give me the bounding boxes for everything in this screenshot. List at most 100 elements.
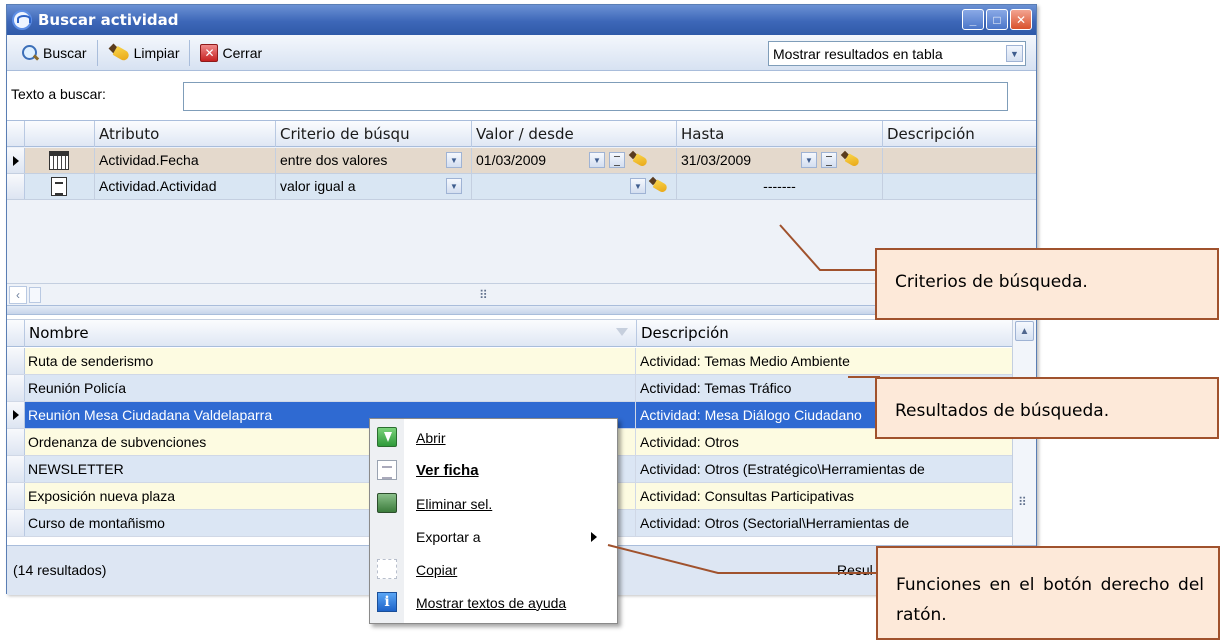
chevron-down-icon[interactable]: ▼ (446, 178, 462, 194)
status-right-text: Resul (837, 562, 873, 578)
menu-item-label: Exportar a (416, 528, 481, 545)
menu-item-label: Abrir (416, 429, 446, 446)
close-window-button[interactable]: ✕ (1010, 9, 1032, 30)
scroll-thumb[interactable] (29, 287, 41, 303)
result-description: Actividad: Consultas Participativas (640, 488, 854, 504)
chevron-down-icon[interactable]: ▼ (801, 152, 817, 168)
row-icon-cell (25, 148, 95, 173)
broom-icon[interactable] (841, 151, 861, 169)
callout-results-text: Resultados de búsqueda. (895, 401, 1110, 421)
title-bar[interactable]: Buscar actividad _ □ ✕ (7, 5, 1036, 35)
minimize-button[interactable]: _ (962, 9, 984, 30)
row-selector[interactable] (7, 456, 25, 482)
callout-results: Resultados de búsqueda. (875, 377, 1219, 439)
window-title: Buscar actividad (38, 11, 179, 29)
result-row[interactable]: Ruta de senderismo Actividad: Temas Medi… (7, 348, 1012, 375)
menu-item-abrir[interactable]: Abrir (370, 421, 617, 454)
criteria-from[interactable]: 01/03/2009 ▼ (472, 148, 677, 173)
row-selector[interactable] (7, 429, 25, 455)
chevron-down-icon[interactable]: ▼ (1006, 45, 1023, 62)
grip-icon: ⠿ (1018, 495, 1027, 509)
callout-criteria-text: Criterios de búsqueda. (895, 272, 1088, 292)
row-selector[interactable] (7, 174, 25, 199)
broom-icon[interactable] (649, 177, 669, 195)
header-criterio[interactable]: Criterio de búsqu (276, 121, 472, 147)
to-value: 31/03/2009 (681, 152, 752, 168)
header-descripcion[interactable]: Descripción (637, 320, 1013, 347)
context-menu: Abrir Ver ficha Eliminar sel. Exportar a… (369, 418, 618, 624)
result-name: Ruta de senderismo (25, 348, 636, 374)
result-description: Actividad: Otros (Estratégico\Herramient… (640, 461, 925, 477)
scroll-left-icon[interactable]: ‹ (9, 286, 27, 304)
criteria-attribute: Actividad.Fecha (95, 148, 276, 173)
criteria-row[interactable]: Actividad.Fecha entre dos valores ▼ 01/0… (7, 148, 1036, 174)
toolbar-separator (96, 39, 98, 66)
menu-item-eliminar[interactable]: Eliminar sel. (370, 487, 617, 520)
row-selector[interactable] (7, 510, 25, 536)
criteria-criterion[interactable]: valor igual a ▼ (276, 174, 472, 199)
callout-functions-text: Funciones en el botón derecho del ratón. (896, 575, 1204, 625)
broom-icon[interactable] (629, 151, 649, 169)
submenu-arrow-icon (591, 532, 597, 542)
row-selector[interactable] (7, 483, 25, 509)
header-selector-cell (7, 320, 25, 347)
criteria-row[interactable]: Actividad.Actividad valor igual a ▼ ▼ --… (7, 174, 1036, 200)
open-arrow-icon (377, 427, 397, 447)
header-icon-cell (25, 121, 95, 147)
criteria-to[interactable]: ------- (677, 174, 883, 199)
menu-item-ayuda[interactable]: i Mostrar textos de ayuda (370, 586, 617, 619)
app-logo-icon (12, 10, 32, 30)
maximize-button[interactable]: □ (986, 9, 1008, 30)
results-count: (14 resultados) (13, 562, 107, 578)
criteria-header: Atributo Criterio de búsqu Valor / desde… (7, 121, 1036, 147)
chevron-down-icon[interactable]: ▼ (446, 152, 462, 168)
chevron-down-icon[interactable]: ▼ (630, 178, 646, 194)
sort-descending-icon (616, 328, 628, 336)
header-nombre[interactable]: Nombre (25, 320, 637, 347)
results-mode-value: Mostrar resultados en tabla (773, 45, 943, 62)
header-nombre-label: Nombre (29, 324, 89, 342)
menu-item-copiar[interactable]: Copiar (370, 553, 617, 586)
callout-functions: Funciones en el botón derecho del ratón. (876, 546, 1220, 640)
header-selector-cell (7, 121, 25, 147)
row-selector[interactable] (7, 402, 25, 428)
criteria-description[interactable] (883, 148, 1036, 173)
menu-item-ver-ficha[interactable]: Ver ficha (370, 454, 617, 487)
row-selector[interactable] (7, 348, 25, 374)
menu-item-label: Ver ficha (416, 462, 479, 479)
results-mode-select[interactable]: Mostrar resultados en tabla ▼ (768, 41, 1026, 66)
window-controls: _ □ ✕ (962, 9, 1032, 30)
criteria-attribute: Actividad.Actividad (95, 174, 276, 199)
header-descripcion[interactable]: Descripción (883, 121, 1036, 147)
results-header: Nombre Descripción (7, 319, 1012, 347)
magnifier-icon (21, 44, 39, 62)
cerrar-button[interactable]: ✕ Cerrar (194, 40, 268, 66)
header-atributo[interactable]: Atributo (95, 121, 276, 147)
row-selector[interactable] (7, 375, 25, 401)
chevron-down-icon[interactable]: ▼ (589, 152, 605, 168)
row-icon-cell (25, 174, 95, 199)
header-hasta[interactable]: Hasta (677, 121, 883, 147)
criteria-criterion[interactable]: entre dos valores ▼ (276, 148, 472, 173)
result-name: Reunión Policía (25, 375, 636, 401)
result-row[interactable]: Reunión Policía Actividad: Temas Tráfico (7, 375, 1012, 402)
criteria-description[interactable] (883, 174, 1036, 199)
limpiar-label: Limpiar (133, 44, 180, 61)
criteria-from[interactable]: ▼ (472, 174, 677, 199)
buscar-button[interactable]: Buscar (15, 40, 93, 66)
document-icon[interactable] (821, 152, 837, 168)
criteria-to[interactable]: 31/03/2009 ▼ (677, 148, 883, 173)
row-selector[interactable] (7, 148, 25, 173)
limpiar-button[interactable]: Limpiar (102, 39, 186, 67)
toolbar: Buscar Limpiar ✕ Cerrar Mostrar resultad… (7, 35, 1036, 71)
document-icon[interactable] (609, 152, 625, 168)
search-input[interactable] (183, 82, 1008, 111)
menu-item-label: Mostrar textos de ayuda (416, 594, 567, 611)
grip-icon: ⠿ (479, 288, 488, 302)
search-label: Texto a buscar: (11, 86, 106, 102)
scroll-up-icon[interactable]: ▲ (1015, 321, 1034, 341)
menu-item-exportar[interactable]: Exportar a (370, 520, 617, 553)
header-valor-desde[interactable]: Valor / desde (472, 121, 677, 147)
broom-icon (108, 43, 130, 63)
text-field-icon (51, 177, 67, 196)
